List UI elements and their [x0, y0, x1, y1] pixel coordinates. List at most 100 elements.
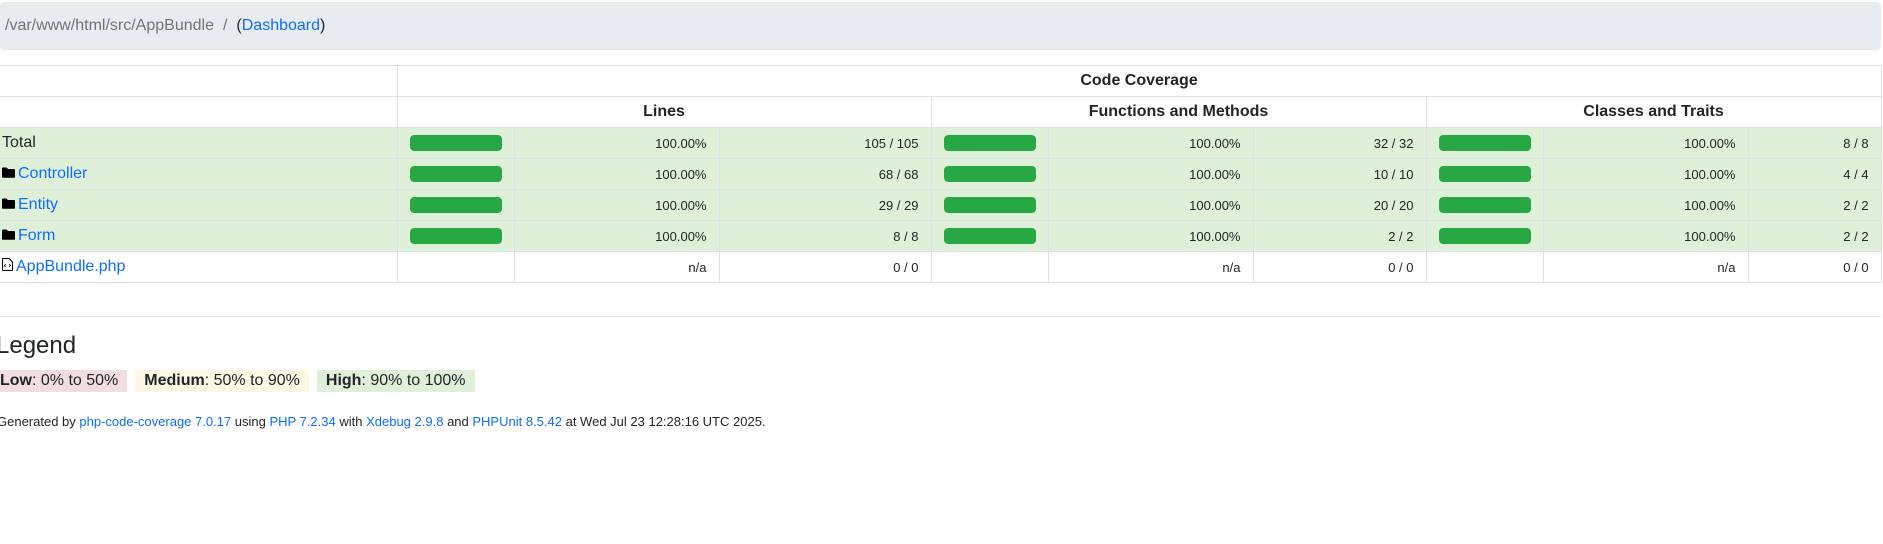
- legend-high: High: 90% to 100%: [316, 370, 475, 392]
- functions-progress-cell: [930, 189, 1049, 221]
- functions-progress-cell: [930, 220, 1049, 252]
- lines-count: 0 / 0: [718, 251, 932, 283]
- folder-icon: [2, 165, 15, 183]
- functions-percent: 100.00%: [1047, 158, 1254, 190]
- header-blank: [0, 96, 398, 128]
- lines-progress-cell: [396, 251, 515, 283]
- name-cell: Controller: [0, 158, 398, 190]
- functions-progress-bar: [943, 228, 1036, 244]
- functions-progress-cell: [930, 127, 1049, 159]
- lines-progress-fill: [409, 135, 502, 151]
- classes-progress-bar: [1438, 135, 1531, 151]
- directory-link[interactable]: Controller: [18, 165, 87, 183]
- code-coverage-header: Code Coverage: [396, 65, 1882, 97]
- functions-count: 20 / 20: [1252, 189, 1427, 221]
- functions-progress-fill: [943, 197, 1036, 213]
- lines-count: 105 / 105: [718, 127, 932, 159]
- lines-header: Lines: [396, 96, 932, 128]
- lines-progress-fill: [409, 228, 502, 244]
- functions-progress-fill: [943, 166, 1036, 182]
- legend-medium-range: : 50% to 90%: [204, 372, 300, 389]
- legend-medium-label: Medium: [144, 372, 205, 389]
- coverage-table: Code Coverage Lines Functions and Method…: [0, 65, 1882, 283]
- total-row: Total 100.00% 105 / 105 100.00% 32 / 32 100.0…: [0, 127, 1882, 159]
- legend: Low: 0% to 50% Medium: 50% to 90% High: …: [0, 370, 483, 392]
- classes-count: 2 / 2: [1747, 220, 1882, 252]
- classes-progress-fill: [1438, 166, 1531, 182]
- lines-percent: 100.00%: [513, 158, 720, 190]
- lines-progress-fill: [409, 197, 502, 213]
- lines-progress-cell: [396, 220, 515, 252]
- classes-progress-fill: [1438, 228, 1531, 244]
- functions-progress-cell: [930, 251, 1049, 283]
- lines-progress-cell: [396, 158, 515, 190]
- functions-percent: n/a: [1047, 251, 1254, 283]
- classes-count: 2 / 2: [1747, 189, 1882, 221]
- functions-progress-fill: [943, 135, 1036, 151]
- table-row: Form 100.00% 8 / 8 100.00% 2 / 2 100.00% 2 / 2: [0, 220, 1882, 252]
- lines-progress-fill: [409, 166, 502, 182]
- classes-progress-bar: [1438, 197, 1531, 213]
- functions-count: 0 / 0: [1252, 251, 1427, 283]
- php-code-coverage-link[interactable]: php-code-coverage 7.0.17: [79, 414, 231, 429]
- lines-percent: n/a: [513, 251, 720, 283]
- legend-high-label: High: [325, 372, 362, 389]
- header-blank: [0, 65, 398, 97]
- name-cell: Total: [0, 127, 398, 159]
- legend-medium: Medium: 50% to 90%: [135, 370, 309, 392]
- lines-percent: 100.00%: [513, 127, 720, 159]
- classes-progress-cell: [1425, 251, 1544, 283]
- legend-high-range: : 90% to 100%: [361, 372, 466, 389]
- classes-percent: 100.00%: [1542, 220, 1749, 252]
- footer-with: with: [335, 414, 367, 429]
- dashboard-link[interactable]: Dashboard: [242, 17, 320, 35]
- php-link[interactable]: PHP 7.2.34: [269, 414, 335, 429]
- classes-progress-cell: [1425, 189, 1544, 221]
- footer-and: and: [443, 414, 473, 429]
- functions-progress-cell: [930, 158, 1049, 190]
- functions-progress-fill: [943, 228, 1036, 244]
- lines-progress-bar: [409, 197, 502, 213]
- file-code-icon: [2, 258, 13, 276]
- functions-count: 2 / 2: [1252, 220, 1427, 252]
- functions-count: 32 / 32: [1252, 127, 1427, 159]
- table-row: Controller 100.00% 68 / 68 100.00% 10 / 10 10…: [0, 158, 1882, 190]
- classes-progress-fill: [1438, 135, 1531, 151]
- directory-link[interactable]: Form: [18, 227, 55, 245]
- legend-title: Legend: [0, 332, 77, 359]
- classes-traits-header: Classes and Traits: [1425, 96, 1882, 128]
- classes-count: 0 / 0: [1747, 251, 1882, 283]
- total-label: Total: [2, 134, 36, 151]
- classes-percent: 100.00%: [1542, 127, 1749, 159]
- classes-percent: 100.00%: [1542, 158, 1749, 190]
- breadcrumb: /var/www/html/src/AppBundle / (Dashboard…: [0, 2, 1881, 50]
- table-row: AppBundle.php n/a 0 / 0 n/a 0 / 0 n/a 0 / 0: [0, 251, 1882, 283]
- classes-progress-fill: [1438, 197, 1531, 213]
- footer-suffix: at Wed Jul 23 12:28:16 UTC 2025.: [561, 414, 766, 429]
- name-cell: Form: [0, 220, 398, 252]
- classes-progress-cell: [1425, 220, 1544, 252]
- lines-progress-bar: [409, 135, 502, 151]
- classes-count: 8 / 8: [1747, 127, 1882, 159]
- classes-progress-bar: [1438, 228, 1531, 244]
- classes-count: 4 / 4: [1747, 158, 1882, 190]
- directory-link[interactable]: Entity: [18, 196, 58, 214]
- functions-progress-bar: [943, 197, 1036, 213]
- classes-percent: n/a: [1542, 251, 1749, 283]
- breadcrumb-path: /var/www/html/src/AppBundle: [5, 17, 214, 34]
- functions-count: 10 / 10: [1252, 158, 1427, 190]
- footer-using: using: [231, 414, 270, 429]
- breadcrumb-separator: /: [222, 17, 228, 34]
- xdebug-link[interactable]: Xdebug 2.9.8: [366, 414, 443, 429]
- legend-low-range: : 0% to 50%: [32, 372, 119, 389]
- lines-count: 68 / 68: [718, 158, 932, 190]
- file-link[interactable]: AppBundle.php: [16, 258, 125, 276]
- phpunit-link[interactable]: PHPUnit 8.5.42: [472, 414, 562, 429]
- lines-percent: 100.00%: [513, 220, 720, 252]
- lines-count: 29 / 29: [718, 189, 932, 221]
- legend-low-label: Low: [0, 372, 32, 389]
- lines-count: 8 / 8: [718, 220, 932, 252]
- divider: [0, 316, 1881, 317]
- functions-percent: 100.00%: [1047, 189, 1254, 221]
- functions-percent: 100.00%: [1047, 220, 1254, 252]
